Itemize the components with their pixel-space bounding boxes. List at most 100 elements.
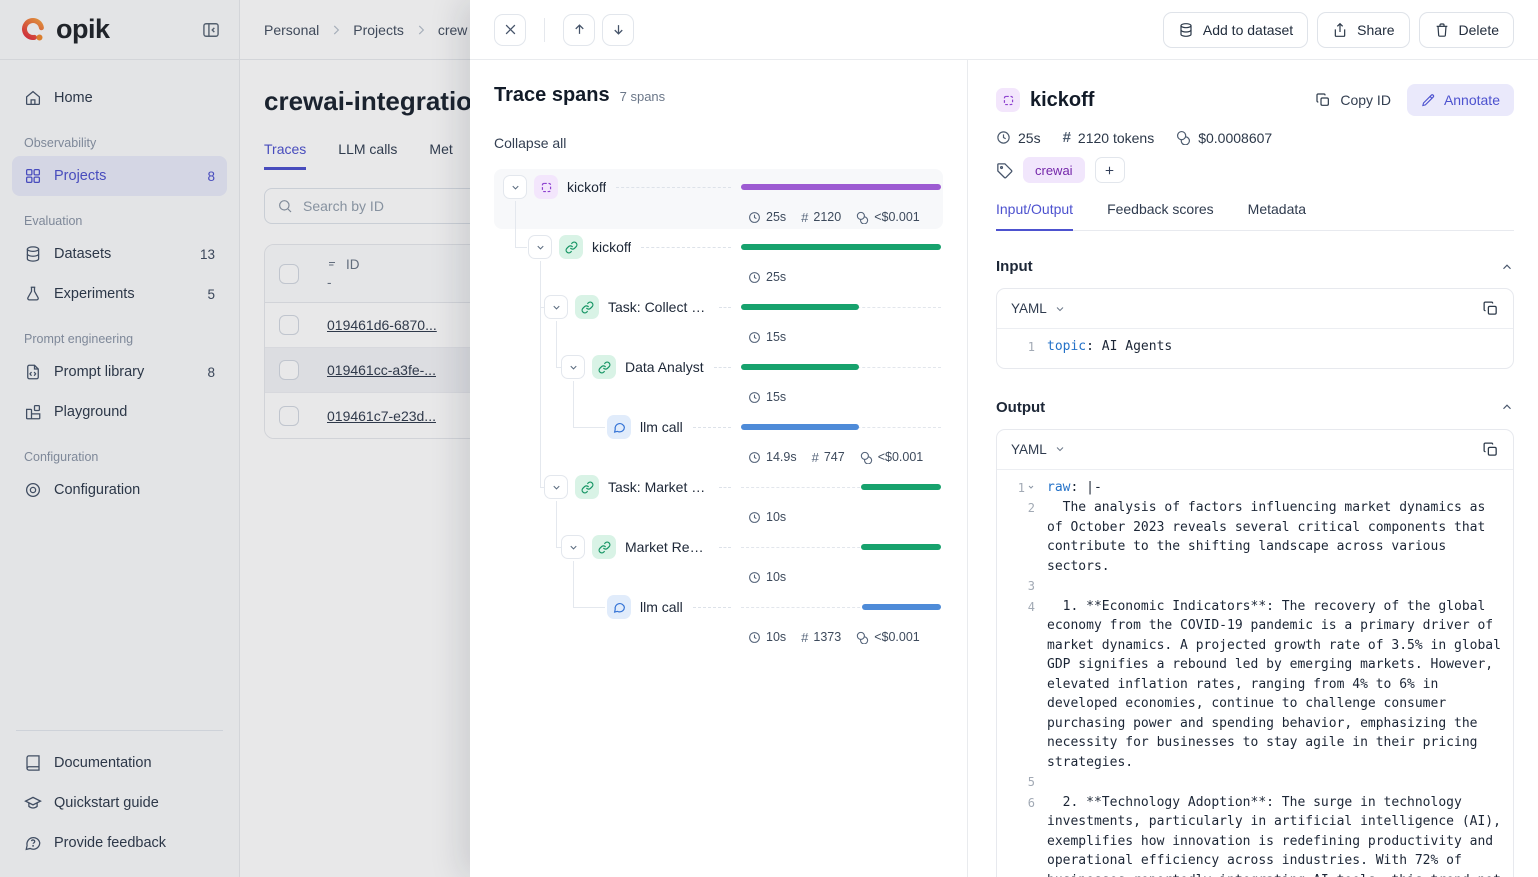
hash-icon: # xyxy=(812,450,819,465)
span-row-kickoff-root[interactable]: kickoff 25s #2120 <$0.001 xyxy=(494,169,943,229)
annotate-button[interactable]: Annotate xyxy=(1407,84,1514,116)
span-duration: 15s xyxy=(766,390,786,404)
delete-button[interactable]: Delete xyxy=(1419,12,1514,48)
input-section-header[interactable]: Input xyxy=(996,258,1514,275)
tree-connector xyxy=(540,487,544,488)
chevron-down-icon xyxy=(568,542,579,553)
tab-metadata[interactable]: Metadata xyxy=(1248,201,1306,231)
span-row-kickoff[interactable]: kickoff 25s xyxy=(494,229,943,289)
tab-feedback-scores[interactable]: Feedback scores xyxy=(1107,201,1214,231)
span-row-llm-call[interactable]: llm call 10s #1373 <$0.001 xyxy=(494,589,943,649)
add-tag-button[interactable] xyxy=(1095,157,1125,183)
chevron-down-icon xyxy=(568,362,579,373)
leader-line xyxy=(714,367,731,368)
input-format-select[interactable]: YAML xyxy=(1011,301,1066,316)
spans-count: 7 spans xyxy=(620,89,666,104)
span-name: Data Analyst xyxy=(625,359,704,375)
span-type-chat-icon xyxy=(607,415,631,439)
span-name: llm call xyxy=(640,419,683,435)
app-root: opik Home Observability Projects xyxy=(0,0,1538,877)
output-code-block: YAML 1 raw: |- 2 The analysis of factors… xyxy=(996,429,1514,877)
leader-line xyxy=(641,247,731,248)
yaml-text: 2. **Technology Adoption**: The surge in… xyxy=(1035,793,1501,877)
span-name: Task: Market Rese... xyxy=(608,479,709,495)
expand-span-button[interactable] xyxy=(561,355,585,379)
expand-span-button[interactable] xyxy=(528,235,552,259)
duration-bar xyxy=(741,304,859,310)
tree-connector xyxy=(573,607,605,608)
database-icon xyxy=(1178,22,1194,38)
trash-icon xyxy=(1434,22,1450,38)
duration-bar xyxy=(741,424,859,430)
duration-track xyxy=(741,364,941,370)
clock-icon xyxy=(748,331,761,344)
span-duration: 25s xyxy=(766,210,786,224)
span-row-market-researcher[interactable]: Market Researc... 10s xyxy=(494,529,943,589)
tree-connector xyxy=(515,201,516,247)
chevron-down-icon xyxy=(535,242,546,253)
span-name: Market Researc... xyxy=(625,539,709,555)
span-type-box-icon xyxy=(534,175,558,199)
duration-bar xyxy=(741,364,859,370)
span-name: kickoff xyxy=(592,239,631,255)
trace-detail-sheet: Add to dataset Share Delete xyxy=(470,0,1538,877)
code-line: 1 topic: AI Agents xyxy=(1005,337,1501,358)
span-cost: <$0.001 xyxy=(874,630,920,644)
next-trace-button[interactable] xyxy=(602,14,634,46)
duration-bar xyxy=(741,244,941,250)
share-button[interactable]: Share xyxy=(1317,12,1409,48)
add-to-dataset-button[interactable]: Add to dataset xyxy=(1163,12,1308,48)
copy-input-button[interactable] xyxy=(1482,300,1499,317)
span-row-task-market-research[interactable]: Task: Market Rese... 10s xyxy=(494,469,943,529)
output-section-header[interactable]: Output xyxy=(996,399,1514,416)
tag-icon xyxy=(996,162,1013,179)
close-icon xyxy=(503,22,518,37)
copy-icon xyxy=(1482,300,1499,317)
span-type-link-icon xyxy=(575,475,599,499)
tab-input-output[interactable]: Input/Output xyxy=(996,201,1073,231)
input-section-label: Input xyxy=(996,258,1033,275)
span-row-llm-call[interactable]: llm call 14.9s #747 <$0.001 xyxy=(494,409,943,469)
copy-output-button[interactable] xyxy=(1482,441,1499,458)
span-tokens: 1373 xyxy=(813,630,841,644)
yaml-value: : AI Agents xyxy=(1086,339,1172,354)
span-type-box-icon xyxy=(996,88,1020,112)
clock-icon xyxy=(748,631,761,644)
fold-chevron-icon[interactable] xyxy=(1027,483,1035,491)
leader-line xyxy=(719,307,731,308)
duration-track xyxy=(741,184,941,190)
span-name: Task: Collect Data ... xyxy=(608,299,709,315)
hash-icon: # xyxy=(801,630,808,645)
span-row-data-analyst[interactable]: Data Analyst 15s xyxy=(494,349,943,409)
span-row-task-collect-data[interactable]: Task: Collect Data ... 15s xyxy=(494,289,943,349)
copy-icon xyxy=(1315,92,1331,108)
code-line: 1 raw: |- xyxy=(1005,478,1501,499)
coins-icon xyxy=(1176,130,1191,145)
input-code-block: YAML 1 topic: AI Agents xyxy=(996,288,1514,369)
output-section-label: Output xyxy=(996,399,1045,416)
expand-span-button[interactable] xyxy=(561,535,585,559)
chevron-down-icon xyxy=(551,302,562,313)
copy-id-button[interactable]: Copy ID xyxy=(1315,92,1391,108)
code-line: 5 xyxy=(1005,772,1501,793)
close-button[interactable] xyxy=(494,14,526,46)
detail-tabs: Input/Output Feedback scores Metadata xyxy=(996,201,1514,231)
arrow-up-icon xyxy=(572,22,587,37)
previous-trace-button[interactable] xyxy=(563,14,595,46)
span-cost: <$0.001 xyxy=(878,450,924,464)
code-line: 3 xyxy=(1005,576,1501,597)
collapse-all-button[interactable]: Collapse all xyxy=(494,135,566,151)
tag-crewai[interactable]: crewai xyxy=(1023,157,1085,183)
code-line: 4 1. **Economic Indicators**: The recove… xyxy=(1005,597,1501,773)
sheet-toolbar: Add to dataset Share Delete xyxy=(470,0,1538,60)
output-format-select[interactable]: YAML xyxy=(1011,442,1066,457)
expand-span-button[interactable] xyxy=(544,475,568,499)
expand-span-button[interactable] xyxy=(503,175,527,199)
duration-track xyxy=(741,304,941,310)
duration-track xyxy=(741,604,941,610)
expand-span-button[interactable] xyxy=(544,295,568,319)
span-detail-title: kickoff xyxy=(1030,89,1094,112)
chevron-down-icon xyxy=(510,182,521,193)
code-line: 2 The analysis of factors influencing ma… xyxy=(1005,498,1501,576)
span-type-link-icon xyxy=(592,355,616,379)
